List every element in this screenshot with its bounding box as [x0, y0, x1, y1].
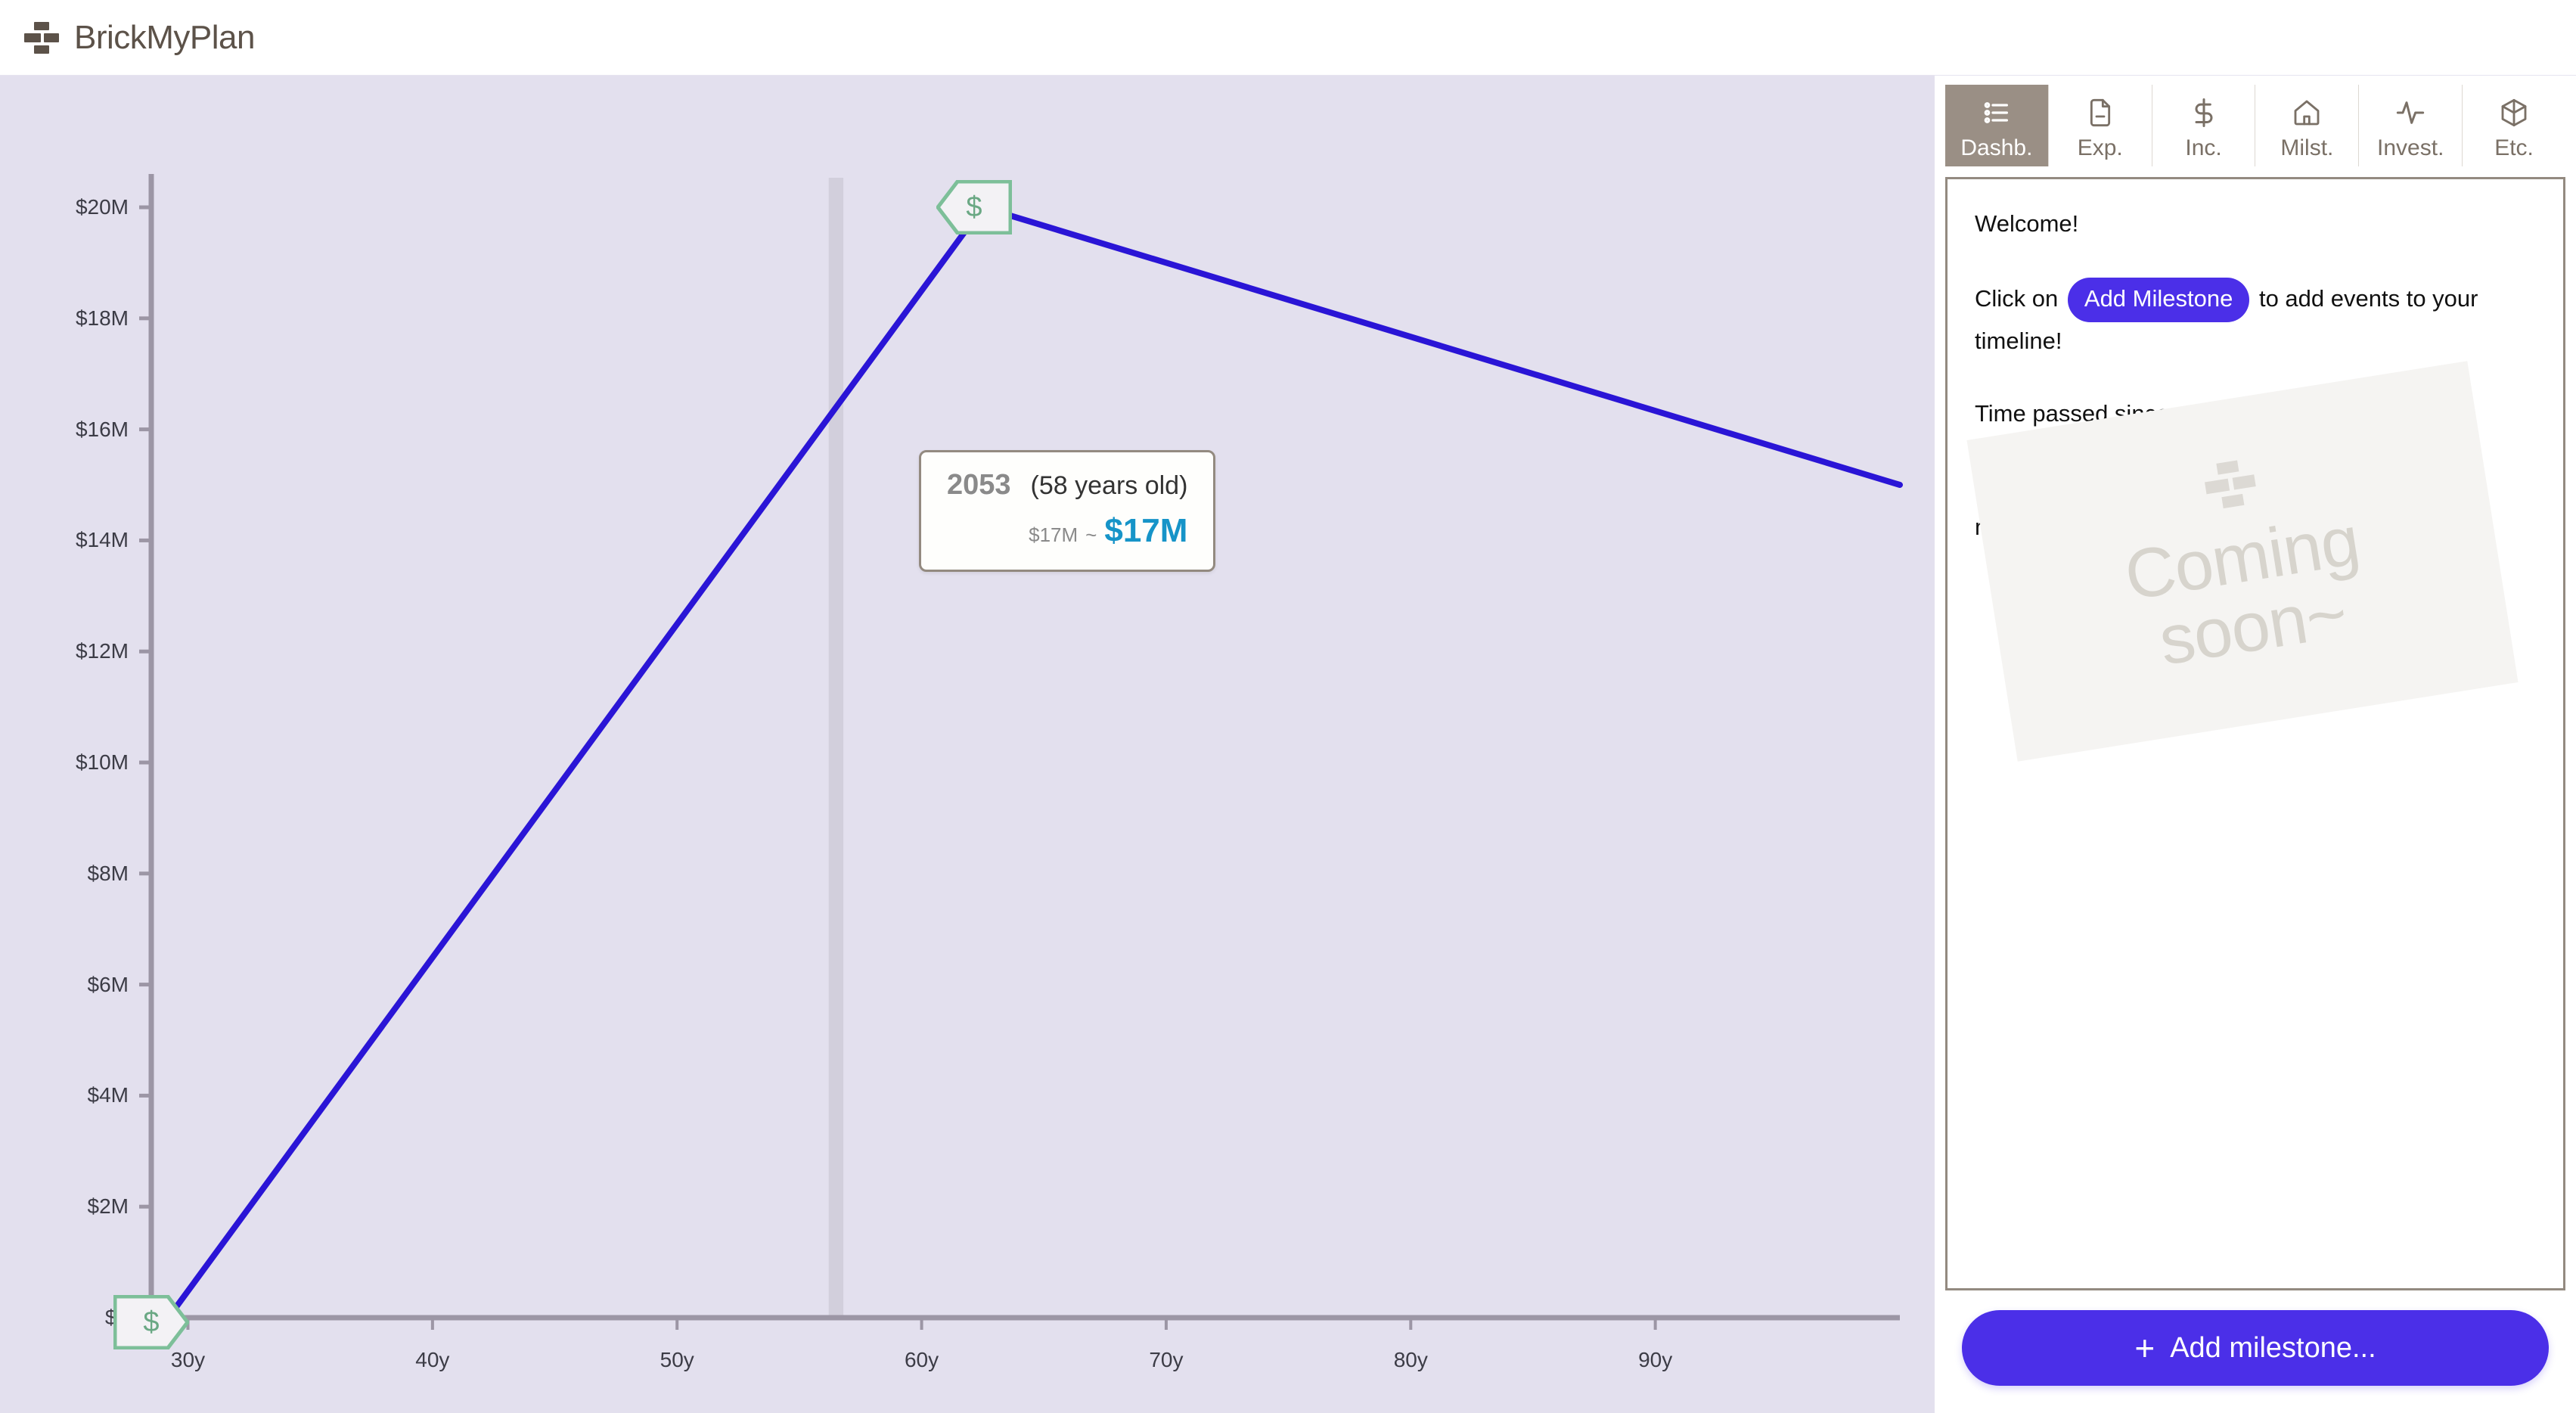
plus-icon: + [2134, 1328, 2155, 1368]
tooltip-from-value: $17M [1029, 523, 1079, 546]
tab-dashb[interactable]: Dashb. [1945, 85, 2048, 166]
y-tick-label: $6M [87, 972, 129, 996]
tooltip-values: $17M ~ $17M [947, 512, 1187, 550]
activity-pulse-icon [2395, 92, 2425, 133]
milestone-peak-glyph: $ [966, 191, 982, 223]
cube-icon [2499, 92, 2529, 133]
y-tick-label: $18M [75, 306, 129, 330]
dollar-icon [2189, 92, 2219, 133]
x-tick-label: 30y [170, 1348, 206, 1371]
tab-label: Milst. [2280, 135, 2334, 160]
tooltip-value: $17M [1104, 512, 1188, 549]
x-tick-label: 80y [1393, 1348, 1428, 1371]
tab-milst[interactable]: Milst. [2255, 85, 2359, 166]
tooltip-age: (58 years old) [1030, 471, 1188, 500]
x-tick-label: 70y [1149, 1348, 1184, 1371]
welcome-greeting: Welcome! [1975, 210, 2079, 237]
list-icon [1982, 92, 2012, 133]
document-minus-icon [2085, 92, 2115, 133]
add-milestone-label: Add milestone... [2170, 1331, 2376, 1364]
tab-label: Invest. [2377, 135, 2444, 160]
x-tick-label: 90y [1638, 1348, 1673, 1371]
y-tick-label: $20M [75, 195, 129, 219]
y-tick-label: $8M [87, 861, 129, 885]
y-tick-label: $16M [75, 417, 129, 441]
add-milestone-chip[interactable]: Add Milestone [2067, 278, 2250, 322]
tooltip-year: 2053 [947, 469, 1011, 501]
tab-invest[interactable]: Invest. [2358, 85, 2463, 166]
welcome-line1-before: Click on [1975, 285, 2059, 312]
x-tick-label: 50y [660, 1348, 694, 1371]
app-header: BrickMyPlan [0, 0, 2576, 76]
milestone-start-glyph: $ [143, 1306, 160, 1338]
brand-name: BrickMyPlan [74, 18, 256, 56]
brick-logo-icon [24, 21, 59, 54]
networth-line-chart [139, 174, 1903, 1330]
welcome-line-1: Click on Add Milestone to add events to … [1975, 278, 2536, 360]
tab-label: Exp. [2077, 135, 2123, 160]
chart-region[interactable]: $0 $2M $4M $6M $8M $10M $12M $14M $16M $18M $20M 3… [0, 76, 1935, 1413]
milestone-marker-start[interactable]: $ [113, 1294, 191, 1350]
today-band [828, 178, 844, 1318]
tab-label: Dashb. [1960, 135, 2033, 160]
tooltip-tilde: ~ [1085, 523, 1097, 546]
add-milestone-bar: + Add milestone... [1935, 1290, 2576, 1413]
y-tick-label: $4M [87, 1083, 129, 1107]
x-tick-label: 60y [904, 1348, 939, 1371]
add-milestone-button[interactable]: + Add milestone... [1962, 1310, 2549, 1386]
tab-etc[interactable]: Etc. [2462, 85, 2565, 166]
tab-label: Etc. [2494, 135, 2534, 160]
y-tick-label: $2M [87, 1194, 129, 1219]
brand[interactable]: BrickMyPlan [0, 18, 256, 57]
milestone-marker-peak[interactable]: $ [935, 179, 1013, 235]
tab-exp[interactable]: Exp. [2047, 85, 2152, 166]
y-tick-label: $0 [15, 1306, 129, 1330]
y-tick-label: $14M [75, 528, 129, 552]
tab-label: Inc. [2185, 135, 2222, 160]
x-tick-label: 40y [415, 1348, 450, 1371]
house-icon [2292, 92, 2322, 133]
tab-inc[interactable]: Inc. [2151, 85, 2255, 166]
coming-soon-text: Coming soon~ [2119, 502, 2364, 680]
tab-bar: Dashb. Exp. Inc. Milst. Invest. Etc. [1945, 85, 2565, 166]
y-tick-label: $12M [75, 639, 129, 663]
coming-soon-brick-logo-icon [2202, 457, 2258, 511]
tooltip-header: 2053 (58 years old) [947, 469, 1187, 502]
app-root: BrickMyPlan $0 $2M $4M $6M $8M $10M $12M $14M $1… [0, 0, 2576, 1413]
y-tick-label: $10M [75, 750, 129, 775]
welcome-card: Welcome! Click on Add Milestone to add e… [1945, 177, 2565, 1290]
side-panel: Dashb. Exp. Inc. Milst. Invest. Etc. Welcome!… [1935, 76, 2576, 1413]
chart-tooltip: 2053 (58 years old) $17M ~ $17M [919, 450, 1216, 572]
